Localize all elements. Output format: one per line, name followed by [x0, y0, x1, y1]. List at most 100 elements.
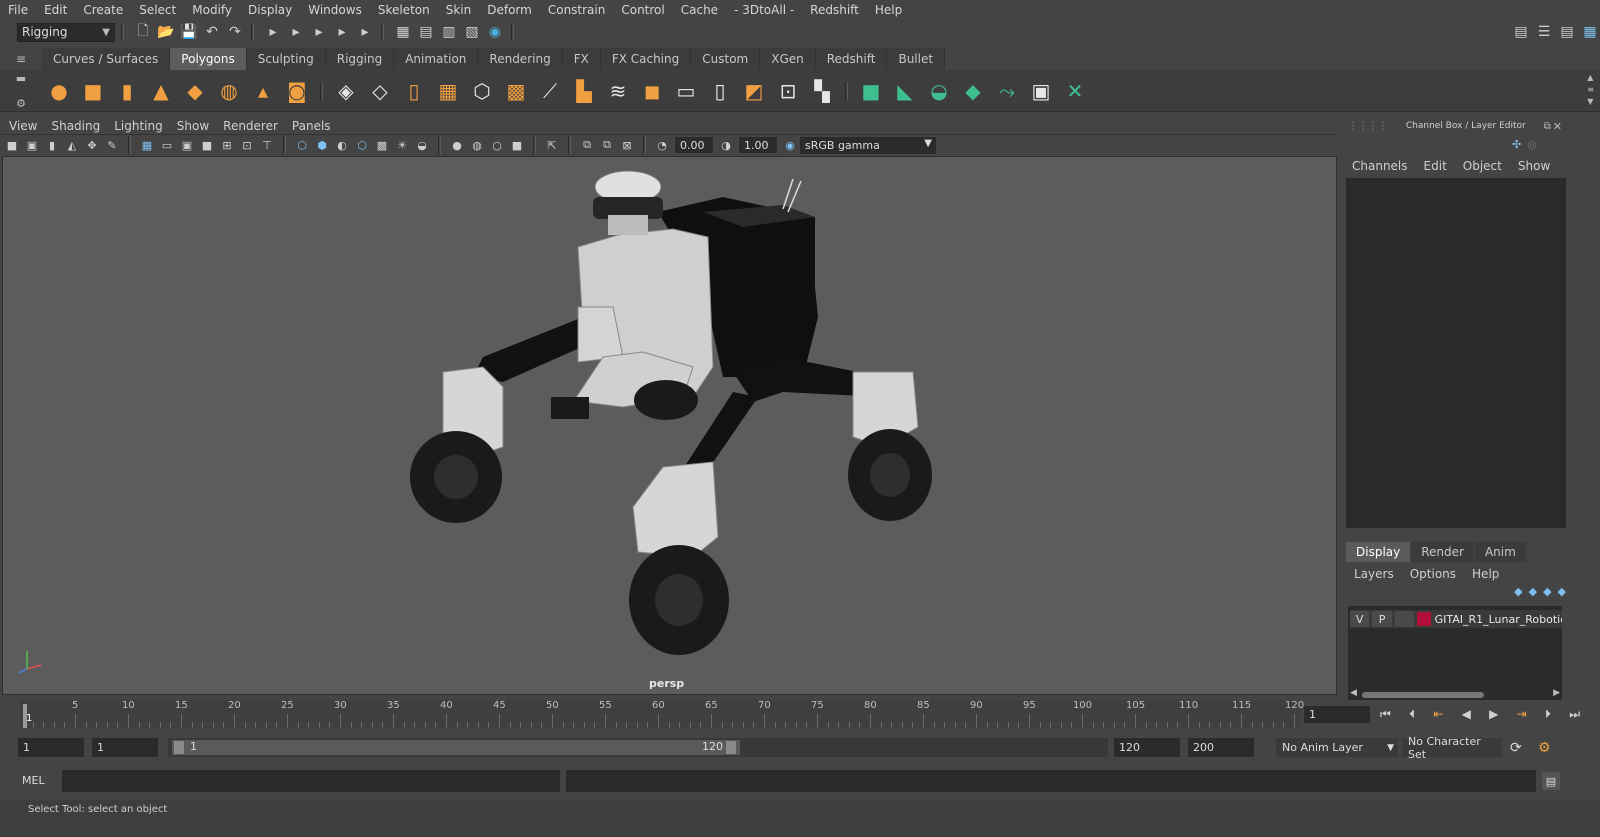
poly-pipe-icon[interactable]: ◙: [282, 76, 312, 106]
gear-icon[interactable]: ⚙: [16, 97, 26, 110]
safe-title-icon[interactable]: ⊤: [259, 137, 276, 154]
scrollbar-thumb[interactable]: [1362, 692, 1484, 698]
layer-color-swatch[interactable]: [1417, 612, 1431, 626]
viewport-menu-show[interactable]: Show: [170, 119, 216, 133]
render-frame-icon[interactable]: ▤: [416, 22, 436, 42]
wireframe-on-shaded-icon[interactable]: ◐: [334, 137, 351, 154]
character-set-dropdown[interactable]: No Character Set: [1402, 735, 1502, 761]
viewport-menu-renderer[interactable]: Renderer: [216, 119, 285, 133]
bevel-icon[interactable]: ◩: [739, 76, 769, 106]
range-slider-fill[interactable]: [172, 740, 740, 755]
tool-settings-icon[interactable]: ▤: [1557, 22, 1577, 42]
layer-list-scrollbar[interactable]: ◀ ▶: [1348, 688, 1562, 700]
gamma-icon[interactable]: ◑: [718, 137, 735, 154]
extrude-icon[interactable]: ◼: [637, 76, 667, 106]
safe-action-icon[interactable]: ⊡: [239, 137, 256, 154]
move-layer-down-icon[interactable]: ◆: [1529, 585, 1537, 603]
tab-fx-caching[interactable]: FX Caching: [600, 48, 692, 70]
chevron-up-icon[interactable]: ▲: [1587, 72, 1594, 84]
xray-joints-icon[interactable]: ⧉: [579, 137, 596, 154]
depth-of-field-icon[interactable]: ■: [509, 137, 526, 154]
selection-mask-icon[interactable]: ▸: [263, 22, 283, 42]
tab-redshift[interactable]: Redshift: [815, 48, 888, 70]
hierarchy-mode-icon[interactable]: ▸: [286, 22, 306, 42]
channel-box-body[interactable]: [1346, 178, 1566, 528]
tab-animation[interactable]: Animation: [394, 48, 479, 70]
step-forward-key-icon[interactable]: ⇥: [1517, 707, 1527, 721]
render-settings-icon[interactable]: ▧: [462, 22, 482, 42]
tab-anim[interactable]: Anim: [1474, 542, 1526, 562]
exposure-field[interactable]: 0.00: [675, 137, 713, 153]
playback-end-field[interactable]: 120: [1114, 738, 1180, 757]
tab-fx[interactable]: FX: [562, 48, 601, 70]
channel-box-menu-show[interactable]: Show: [1510, 159, 1558, 173]
append-polygon-icon[interactable]: ⊡: [773, 76, 803, 106]
poly-pyramid-icon[interactable]: ▴: [248, 76, 278, 106]
float-panel-icon[interactable]: ⧉: [1544, 121, 1553, 132]
backface-culling-icon[interactable]: ⊠: [619, 137, 636, 154]
play-forwards-icon[interactable]: ▶: [1489, 707, 1498, 721]
menu-windows[interactable]: Windows: [300, 3, 370, 17]
component-mode-icon[interactable]: ▸: [332, 22, 352, 42]
resolution-gate-icon[interactable]: ▣: [179, 137, 196, 154]
viewport-menu-panels[interactable]: Panels: [285, 119, 338, 133]
3d-viewport[interactable]: persp: [2, 156, 1337, 695]
fill-hole-icon[interactable]: ▚: [807, 76, 837, 106]
menu-display[interactable]: Display: [240, 3, 300, 17]
wireframe-icon[interactable]: ⬡: [294, 137, 311, 154]
layer-menu-layers[interactable]: Layers: [1346, 567, 1402, 581]
playback-start-field[interactable]: 1: [92, 738, 158, 757]
chevron-left-icon[interactable]: ◀: [1350, 688, 1357, 698]
menu-skin[interactable]: Skin: [438, 3, 480, 17]
gamma-field[interactable]: 1.00: [739, 137, 777, 153]
shelf-tab-menu-icon[interactable]: ▬: [16, 72, 26, 85]
new-layer-icon[interactable]: ◆: [1543, 585, 1551, 603]
layer-menu-options[interactable]: Options: [1402, 567, 1464, 581]
go-to-end-icon[interactable]: ⏭: [1569, 707, 1580, 722]
bookmark-icon[interactable]: ▮: [44, 137, 61, 154]
range-start-handle[interactable]: [174, 741, 184, 754]
step-forward-frame-icon[interactable]: ⏵: [1545, 707, 1551, 722]
quad-draw-icon[interactable]: ≋: [603, 76, 633, 106]
range-end-handle[interactable]: [726, 741, 736, 754]
command-input[interactable]: [62, 770, 560, 792]
drag-handle-icon[interactable]: ⋮⋮⋮⋮: [1344, 121, 1388, 132]
robot-model-render[interactable]: [3, 157, 1337, 695]
attribute-editor-icon[interactable]: ☰: [1534, 22, 1554, 42]
hypershade-icon[interactable]: ◉: [485, 22, 505, 42]
uv-tool-icon[interactable]: ✕: [1060, 76, 1090, 106]
chevron-down-icon[interactable]: ▼: [1587, 96, 1594, 108]
script-language-toggle[interactable]: MEL: [22, 774, 45, 787]
play-backwards-icon[interactable]: ◀: [1462, 707, 1471, 721]
viewport-menu-lighting[interactable]: Lighting: [107, 119, 170, 133]
menu-help[interactable]: Help: [867, 3, 910, 17]
script-editor-icon[interactable]: ▤: [1542, 772, 1560, 790]
animation-start-field[interactable]: 1: [18, 738, 84, 757]
bridge-icon[interactable]: ▭: [671, 76, 701, 106]
ambient-occlusion-icon[interactable]: ●: [449, 137, 466, 154]
step-back-frame-icon[interactable]: ⏴: [1409, 707, 1415, 722]
color-space-dropdown[interactable]: sRGB gamma ▼: [800, 136, 936, 154]
exposure-icon[interactable]: ◔: [654, 137, 671, 154]
shelf-menu-icon[interactable]: ≡: [1587, 84, 1594, 96]
anim-layer-dropdown[interactable]: No Anim Layer ▼: [1276, 738, 1398, 757]
open-scene-icon[interactable]: 📂: [156, 22, 176, 42]
poly-cylinder-icon[interactable]: ▮: [112, 76, 142, 106]
layer-menu-help[interactable]: Help: [1464, 567, 1507, 581]
tab-custom[interactable]: Custom: [691, 48, 761, 70]
tab-xgen[interactable]: XGen: [760, 48, 816, 70]
extract-icon[interactable]: ⬡: [467, 76, 497, 106]
tab-rendering[interactable]: Rendering: [478, 48, 563, 70]
uv-editor-icon[interactable]: ▣: [1026, 76, 1056, 106]
menu-set-dropdown[interactable]: Rigging ▼: [17, 22, 115, 42]
time-slider[interactable]: 1 5 10 15 20 25 30 35 40 45 50 55 60 65 70 75 80 85 90 95 1…: [20, 700, 1304, 728]
camera-attributes-icon[interactable]: ▣: [24, 137, 41, 154]
viewport-menu-view[interactable]: View: [2, 119, 44, 133]
viewport-menu-shading[interactable]: Shading: [44, 119, 107, 133]
grease-pencil-icon[interactable]: ✎: [104, 137, 121, 154]
chevron-right-icon[interactable]: ▶: [1553, 688, 1560, 698]
grid-icon[interactable]: ▦: [139, 137, 156, 154]
cylindrical-uv-icon[interactable]: ◣: [890, 76, 920, 106]
shadows-icon[interactable]: ◒: [414, 137, 431, 154]
menu-deform[interactable]: Deform: [479, 3, 540, 17]
